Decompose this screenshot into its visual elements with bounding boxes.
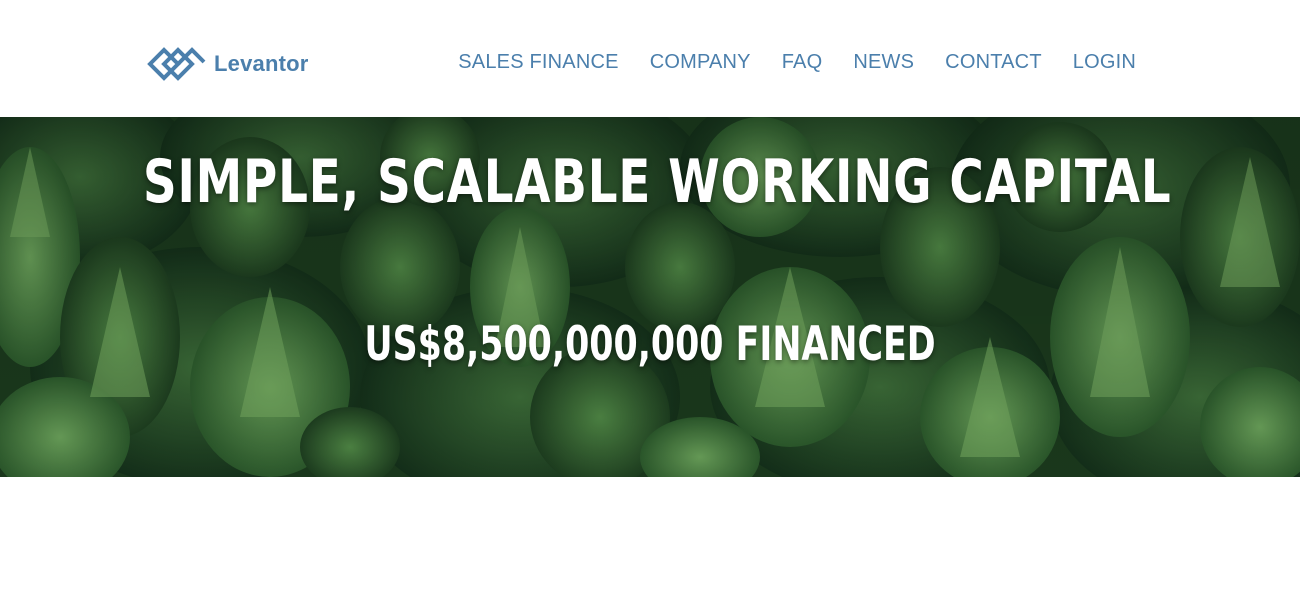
brand-logo-link[interactable]: Levantor <box>146 44 309 84</box>
levantor-diamond-logo-icon <box>147 47 206 81</box>
brand-name: Levantor <box>214 51 309 76</box>
hero-banner: SIMPLE, SCALABLE WORKING CAPITAL US$8,50… <box>0 117 1300 477</box>
content-area <box>0 477 1300 609</box>
nav-login[interactable]: LOGIN <box>1073 51 1136 74</box>
nav-contact[interactable]: CONTACT <box>945 51 1042 74</box>
main-nav: SALES FINANCE COMPANY FAQ NEWS CONTACT L… <box>458 51 1136 74</box>
hero-title: SIMPLE, SCALABLE WORKING CAPITAL <box>143 147 1172 217</box>
nav-news[interactable]: NEWS <box>853 51 914 74</box>
site-header: Levantor SALES FINANCE COMPANY FAQ NEWS … <box>0 0 1300 117</box>
nav-company[interactable]: COMPANY <box>650 51 751 74</box>
nav-faq[interactable]: FAQ <box>782 51 823 74</box>
nav-sales-finance[interactable]: SALES FINANCE <box>458 51 618 74</box>
hero-financed-stat: US$8,500,000,000 FINANCED <box>364 317 936 372</box>
